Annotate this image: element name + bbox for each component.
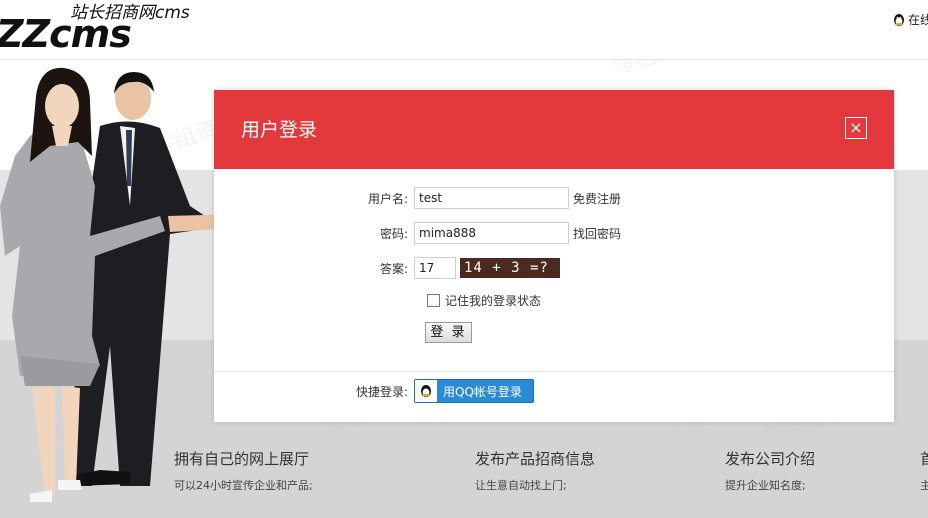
feature-showroom: 拥有自己的网上展厅 可以24小时宣传企业和产品; bbox=[174, 449, 313, 493]
online-service-link[interactable]: 在线 bbox=[892, 11, 928, 28]
feature-title: 发布公司介绍 bbox=[725, 450, 816, 468]
answer-row: 答案: 14 + 3 =? bbox=[214, 257, 560, 279]
qq-penguin-icon bbox=[415, 380, 437, 402]
feature-company-intro: 发布公司介绍 提升企业知名度; bbox=[725, 449, 815, 493]
divider bbox=[214, 371, 894, 372]
feature-desc: 让生意自动找上门; bbox=[475, 479, 567, 492]
close-button[interactable]: × bbox=[845, 117, 867, 139]
forgot-password-link[interactable]: 找回密码 bbox=[573, 225, 621, 242]
qq-penguin-icon bbox=[894, 13, 904, 26]
captcha-image[interactable]: 14 + 3 =? bbox=[460, 258, 560, 278]
feature-publish-products: 发布产品招商信息 让生意自动找上门; bbox=[475, 449, 595, 493]
feature-title: 发布产品招商信息 bbox=[475, 450, 596, 468]
qq-login-label: 用QQ帐号登录 bbox=[443, 384, 522, 399]
online-service-label: 在线 bbox=[908, 13, 928, 27]
login-button[interactable]: 登 录 bbox=[425, 322, 472, 343]
password-label: 密码: bbox=[379, 226, 408, 241]
site-logo[interactable]: ZZcms 站长招商网cms bbox=[0, 0, 206, 58]
feature-title: 拥有自己的网上展厅 bbox=[174, 450, 310, 468]
quick-login-row: 快捷登录: 用QQ帐号登录 bbox=[214, 379, 534, 403]
feature-title: 首 bbox=[920, 450, 928, 468]
password-row: 密码: 找回密码 bbox=[214, 222, 621, 244]
feature-desc: 主 bbox=[920, 479, 928, 492]
dialog-title: 用户登录 bbox=[241, 119, 318, 141]
username-label: 用户名: bbox=[367, 191, 408, 206]
answer-label: 答案: bbox=[379, 261, 408, 276]
quick-login-label: 快捷登录: bbox=[355, 384, 408, 399]
qq-login-button[interactable]: 用QQ帐号登录 bbox=[414, 379, 534, 403]
login-dialog: 用户登录 × 用户名: 免费注册 密码: 找回密码 答案: 14 + 3 =? … bbox=[214, 90, 894, 422]
remember-label: 记住我的登录状态 bbox=[445, 294, 542, 308]
feature-desc: 可以24小时宣传企业和产品; bbox=[174, 479, 313, 492]
username-row: 用户名: 免费注册 bbox=[214, 187, 621, 209]
site-header: ZZcms 站长招商网cms 在线 bbox=[0, 0, 928, 60]
feature-desc: 提升企业知名度; bbox=[725, 479, 806, 492]
register-link[interactable]: 免费注册 bbox=[573, 190, 621, 207]
password-input[interactable] bbox=[414, 222, 569, 244]
captcha-answer-input[interactable] bbox=[414, 257, 456, 279]
username-input[interactable] bbox=[414, 187, 569, 209]
dialog-header: 用户登录 × bbox=[214, 90, 894, 169]
logo-slogan: 站长招商网cms bbox=[70, 3, 190, 23]
remember-checkbox[interactable] bbox=[427, 294, 440, 307]
feature-partial: 首 主 bbox=[920, 449, 928, 493]
remember-me[interactable]: 记住我的登录状态 bbox=[427, 292, 541, 309]
